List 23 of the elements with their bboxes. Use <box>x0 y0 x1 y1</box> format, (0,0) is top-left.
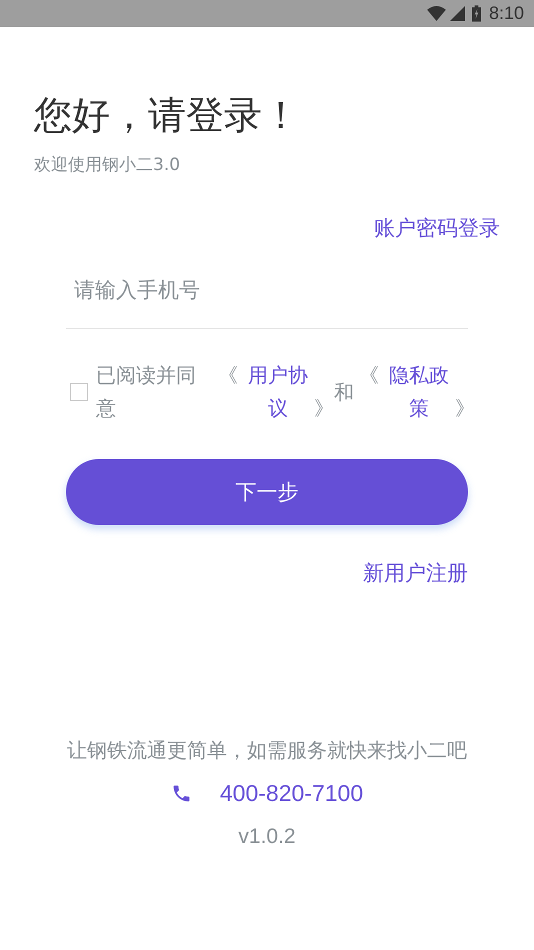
bracket-text: 》 <box>314 395 334 422</box>
page-title: 您好，请登录！ <box>34 92 301 139</box>
version-text: v1.0.2 <box>238 825 296 849</box>
bracket-text: 《 <box>358 362 380 389</box>
register-link[interactable]: 新用户注册 <box>363 559 468 587</box>
policy-link[interactable]: 用户协议 <box>242 359 314 425</box>
phone-number-link[interactable]: 400-820-7100 <box>220 780 364 807</box>
welcome-subtitle: 欢迎使用钢小二3.0 <box>34 154 182 176</box>
bracket-text: 《 <box>217 362 239 389</box>
agreement-text: 已阅读并同意 <box>96 362 197 422</box>
next-step-button[interactable]: 下一步 <box>66 459 468 525</box>
signal-icon <box>450 6 465 21</box>
password-login-link[interactable]: 账户密码登录 <box>374 214 500 242</box>
conjunction-text: 和 <box>334 378 355 406</box>
bracket-text: 》 <box>455 395 475 422</box>
phone-icon <box>170 783 192 804</box>
wifi-icon <box>426 6 446 21</box>
phone-input-field[interactable]: 请输入手机号 <box>66 252 468 329</box>
policy-link[interactable]: 隐私政策 <box>383 359 455 425</box>
slogan-text: 让钢铁流通更简单，如需服务就快来找小二吧 <box>67 737 467 764</box>
agree-checkbox[interactable] <box>70 383 88 401</box>
status-time: 8:10 <box>488 3 524 24</box>
battery-icon <box>472 5 481 22</box>
